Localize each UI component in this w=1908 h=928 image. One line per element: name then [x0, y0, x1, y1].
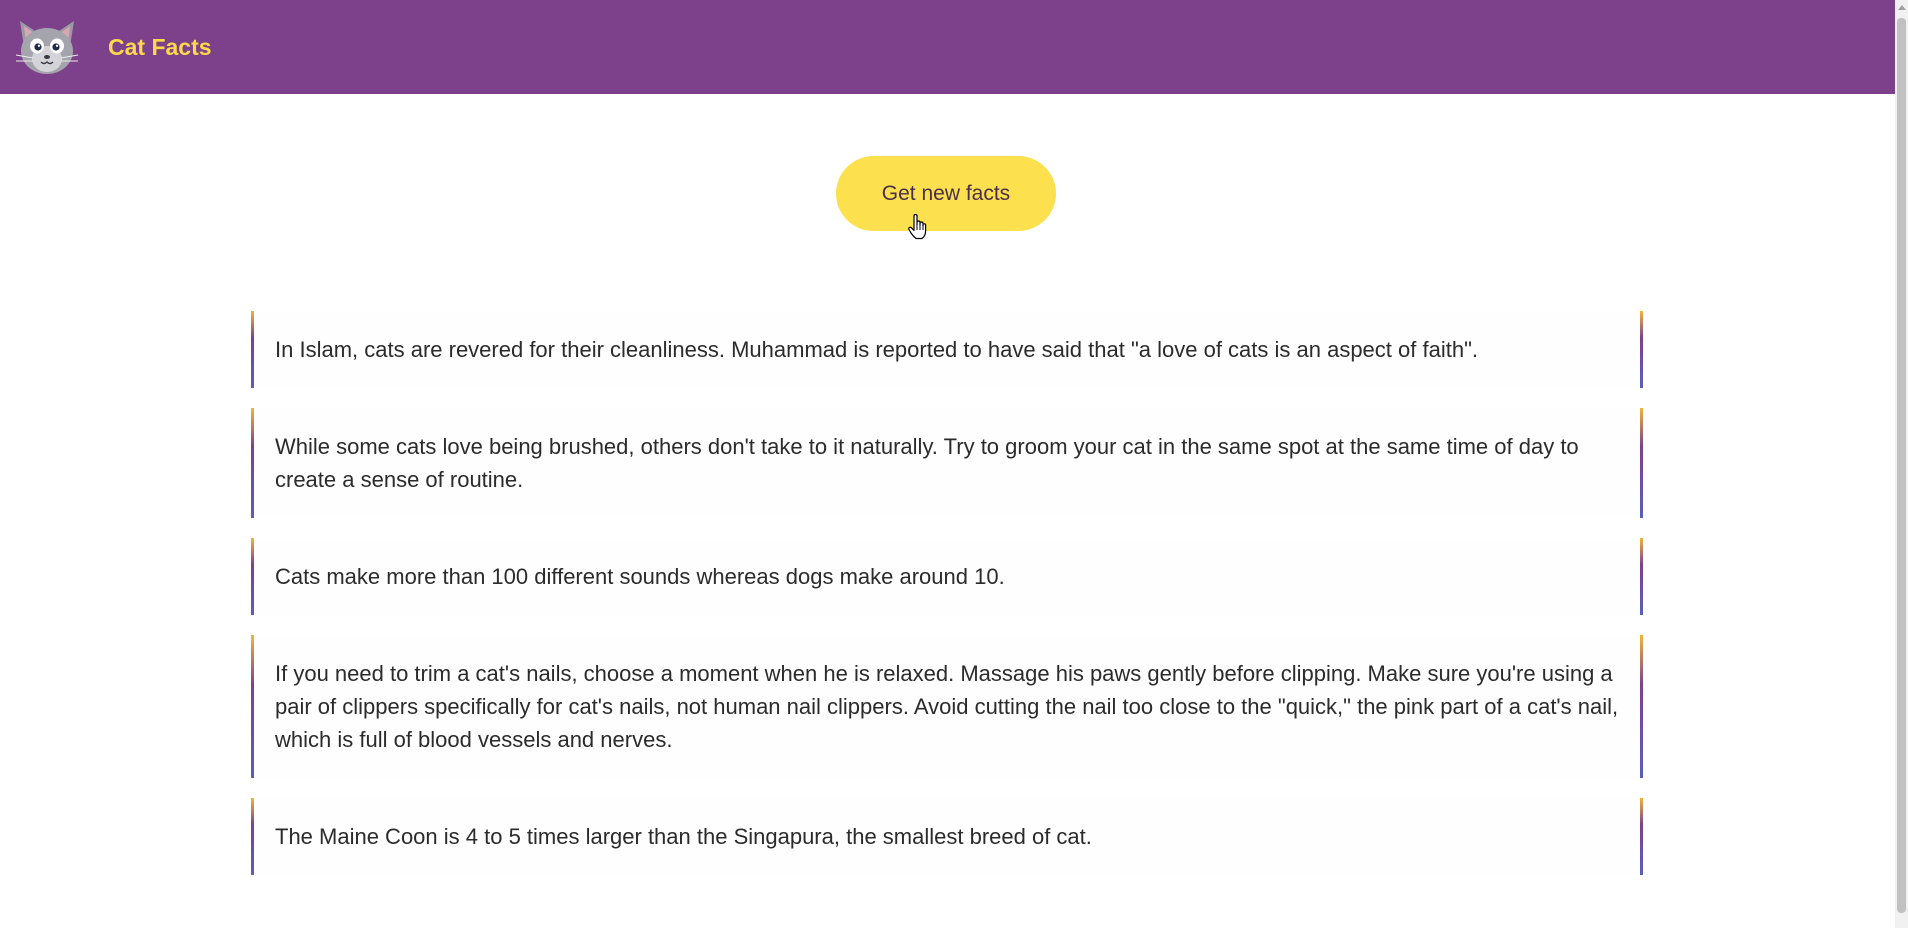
fact-card: Cats make more than 100 different sounds… — [251, 538, 1643, 615]
app-header: Cat Facts — [0, 0, 1895, 94]
facts-list: In Islam, cats are revered for their cle… — [251, 311, 1643, 895]
cat-face-icon — [15, 21, 79, 74]
fact-text: The Maine Coon is 4 to 5 times larger th… — [275, 824, 1092, 849]
fact-card: The Maine Coon is 4 to 5 times larger th… — [251, 798, 1643, 875]
get-new-facts-button[interactable]: Get new facts — [836, 156, 1056, 231]
fact-card: While some cats love being brushed, othe… — [251, 408, 1643, 518]
fact-text: In Islam, cats are revered for their cle… — [275, 337, 1478, 362]
vertical-scrollbar[interactable] — [1895, 0, 1908, 928]
fact-text: Cats make more than 100 different sounds… — [275, 564, 1005, 589]
fact-card: If you need to trim a cat's nails, choos… — [251, 635, 1643, 778]
fact-card: In Islam, cats are revered for their cle… — [251, 311, 1643, 388]
scrollbar-thumb[interactable] — [1897, 18, 1906, 913]
page: Cat Facts Get new facts In Islam, cats a… — [0, 0, 1908, 928]
hand-pointer-icon — [908, 214, 927, 240]
scroll-up-arrow-icon[interactable] — [1898, 5, 1906, 10]
app-title: Cat Facts — [108, 34, 212, 60]
fact-text: If you need to trim a cat's nails, choos… — [275, 661, 1619, 752]
fact-text: While some cats love being brushed, othe… — [275, 434, 1579, 492]
